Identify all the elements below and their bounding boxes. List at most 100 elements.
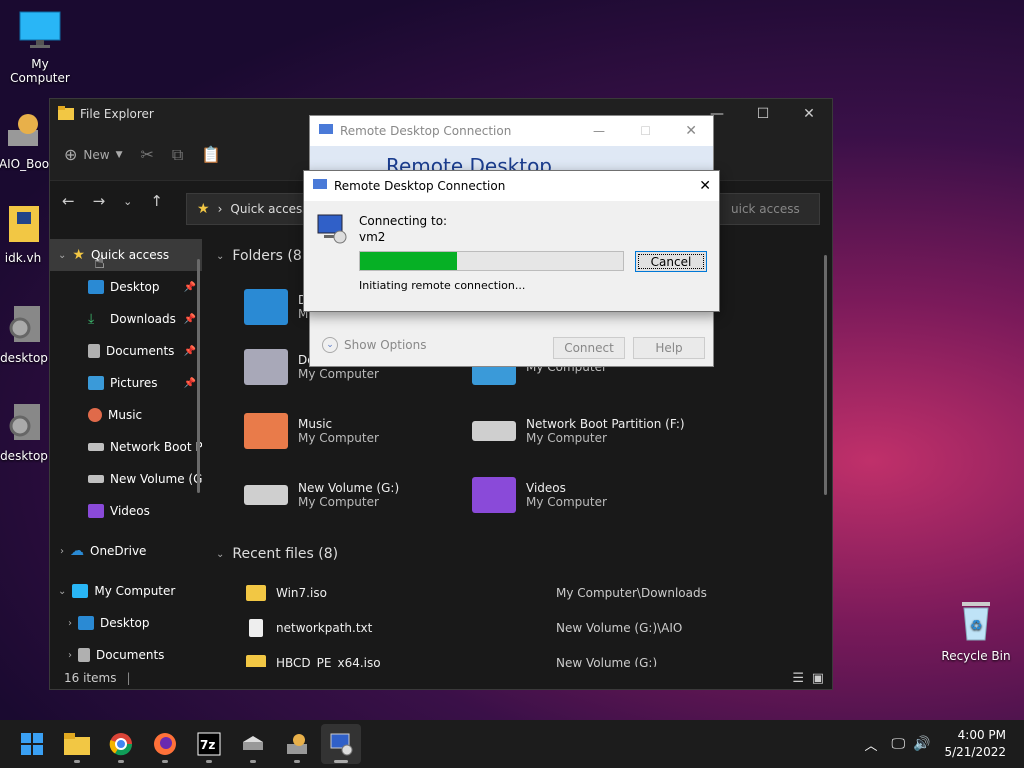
- paste-icon[interactable]: 📋: [201, 145, 221, 164]
- rdc-main-titlebar[interactable]: Remote Desktop Connection — ☐ ✕: [310, 116, 713, 146]
- nav-onedrive[interactable]: › ☁ OneDrive: [50, 535, 202, 567]
- nav-mc-desktop[interactable]: › Desktop: [50, 607, 202, 639]
- plus-circle-icon: ⊕: [64, 145, 78, 164]
- system-tray: ︿ 🖵 🔊 4:00 PM 5/21/2022: [865, 720, 1024, 768]
- recent-file-row[interactable]: Win7.iso My Computer\Downloads: [246, 578, 806, 608]
- desktop-icon-desktop-2[interactable]: desktop: [0, 402, 50, 463]
- connect-button[interactable]: Connect: [553, 337, 625, 359]
- nav-item-network-boot[interactable]: Network Boot P: [50, 431, 202, 463]
- tile-location: My Computer: [298, 495, 379, 509]
- aio-boot-icon[interactable]: [277, 724, 317, 764]
- nav-item-downloads[interactable]: ⤓ Downloads 📌: [50, 303, 202, 335]
- cancel-button[interactable]: Cancel: [635, 251, 707, 272]
- desktop-icon-label: My Computer: [10, 57, 70, 85]
- recent-file-row[interactable]: networkpath.txt New Volume (G:)\AIO: [246, 613, 806, 643]
- desktop-icon-desktop-1[interactable]: desktop: [0, 304, 50, 365]
- desktop-folder-icon: [244, 289, 288, 325]
- desktop-icon-my-computer[interactable]: My Computer: [0, 10, 80, 85]
- recent-file-name: Win7.iso: [276, 586, 327, 600]
- search-placeholder: uick access: [731, 202, 800, 216]
- nav-label: OneDrive: [90, 544, 147, 558]
- documents-icon: [78, 648, 90, 662]
- chevron-up-icon[interactable]: ︿: [865, 735, 878, 754]
- videos-icon: [88, 504, 104, 518]
- nav-my-computer[interactable]: ⌄ My Computer: [50, 575, 202, 607]
- nav-item-music[interactable]: Music: [50, 399, 202, 431]
- maximize-button[interactable]: ☐: [740, 99, 786, 129]
- firefox-icon[interactable]: [145, 724, 185, 764]
- rdc-dialog-title: Remote Desktop Connection: [334, 179, 506, 193]
- minimize-button[interactable]: —: [593, 124, 605, 138]
- recent-file-location: New Volume (G:)\AIO: [556, 621, 683, 635]
- tile-location: My Computer: [526, 431, 607, 445]
- nav-item-videos[interactable]: Videos: [50, 495, 202, 527]
- chrome-icon[interactable]: [101, 724, 141, 764]
- remote-desktop-icon[interactable]: [321, 724, 361, 764]
- nav-scrollbar[interactable]: [197, 259, 200, 493]
- cloud-icon: ☁: [70, 543, 84, 559]
- drive-icon: [244, 485, 288, 505]
- clock-time: 4:00 PM: [957, 728, 1006, 742]
- volume-icon[interactable]: 🔊: [913, 736, 930, 752]
- details-view-icon[interactable]: ☰: [792, 671, 804, 686]
- forward-arrow-icon[interactable]: →: [93, 192, 106, 210]
- new-button[interactable]: ⊕ New ▼: [64, 145, 123, 164]
- recent-file-row[interactable]: HBCD_PE_x64.iso New Volume (G:): [246, 648, 806, 667]
- recent-section-header[interactable]: ⌄ Recent files (8): [216, 537, 338, 571]
- nav-label: Desktop: [110, 280, 160, 294]
- rdc-main-title: Remote Desktop Connection: [340, 124, 512, 138]
- copy-icon[interactable]: ⧉: [172, 145, 183, 165]
- chevron-down-icon: ⌄: [216, 548, 225, 560]
- 7zip-icon[interactable]: 7z: [189, 724, 229, 764]
- folder-tile-videos[interactable]: Videos My Computer: [472, 467, 692, 523]
- pin-icon: 📌: [183, 281, 196, 293]
- close-button[interactable]: ✕: [786, 99, 832, 129]
- folder-tile-music[interactable]: Music My Computer: [244, 403, 464, 459]
- desktop-icon-label: desktop: [0, 351, 48, 365]
- folder-tile-network-boot[interactable]: Network Boot Partition (F:) My Computer: [472, 403, 772, 459]
- maximize-button[interactable]: ☐: [640, 124, 651, 138]
- connection-progress-bar: [359, 251, 624, 271]
- up-arrow-icon[interactable]: ↑: [150, 192, 163, 210]
- tiles-view-icon[interactable]: ▣: [812, 671, 824, 686]
- nav-item-documents[interactable]: Documents 📌: [50, 335, 202, 367]
- connect-label: Connect: [564, 341, 614, 355]
- clock[interactable]: 4:00 PM 5/21/2022: [944, 727, 1006, 761]
- chevron-down-icon: ⌄: [216, 250, 225, 262]
- recent-locations-chevron-icon[interactable]: ⌄: [123, 195, 132, 208]
- start-icon[interactable]: [12, 724, 52, 764]
- nav-label: Videos: [110, 504, 150, 518]
- nav-item-new-volume[interactable]: New Volume (G: [50, 463, 202, 495]
- videos-folder-icon: [472, 477, 516, 513]
- help-button[interactable]: Help: [633, 337, 705, 359]
- remote-desktop-icon: [312, 178, 328, 195]
- show-options-chevron-icon[interactable]: ⌄: [322, 337, 338, 353]
- folder-tile-new-volume[interactable]: New Volume (G:) My Computer: [244, 467, 464, 523]
- file-explorer-icon[interactable]: [57, 724, 97, 764]
- content-scrollbar[interactable]: [824, 255, 827, 495]
- status-bar: 16 items | ☰ ▣: [64, 670, 824, 686]
- desktop-icon-recycle-bin[interactable]: ♻ Recycle Bin: [936, 598, 1016, 663]
- recent-file-location: My Computer\Downloads: [556, 586, 707, 600]
- star-icon: ★: [72, 247, 85, 263]
- back-arrow-icon[interactable]: ←: [62, 192, 75, 210]
- music-folder-icon: [244, 413, 288, 449]
- network-icon[interactable]: 🖵: [892, 736, 906, 752]
- rdc-dialog-titlebar[interactable]: Remote Desktop Connection ✕: [304, 171, 719, 201]
- nav-quick-access[interactable]: ⌄ ★ Quick access: [50, 239, 202, 271]
- drive-icon[interactable]: [233, 724, 273, 764]
- recent-file-name: networkpath.txt: [276, 621, 373, 635]
- nav-mc-documents[interactable]: › Documents: [50, 639, 202, 667]
- desktop-folder-icon: [78, 616, 94, 630]
- close-button[interactable]: ✕: [699, 178, 711, 194]
- recycle-bin-icon: ♻: [936, 598, 1016, 645]
- desktop-icon-idk-vhd[interactable]: idk.vh: [0, 204, 48, 265]
- close-button[interactable]: ✕: [685, 123, 697, 139]
- show-options-link[interactable]: Show Options: [344, 338, 427, 352]
- nav-item-pictures[interactable]: Pictures 📌: [50, 367, 202, 399]
- nav-item-desktop[interactable]: Desktop 📌: [50, 271, 202, 303]
- desktop-icon-aio-boot[interactable]: AIO_Boo: [0, 110, 50, 171]
- item-count: 16 items: [64, 671, 117, 685]
- monitor-icon: [0, 10, 80, 53]
- cut-icon[interactable]: ✂: [141, 145, 154, 164]
